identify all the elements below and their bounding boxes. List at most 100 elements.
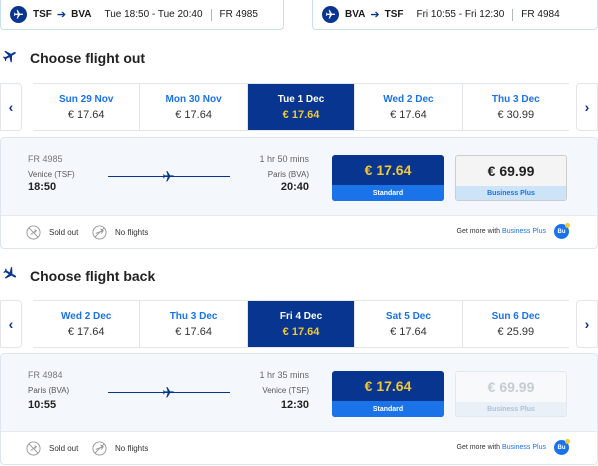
flight-times: Fri 10:55 - Fri 12:30: [416, 9, 505, 20]
origin-code: BVA: [345, 9, 366, 20]
date-label: Wed 2 Dec: [61, 310, 112, 322]
flight-duration: 1 hr 50 mins: [259, 154, 309, 164]
fare-price: € 69.99: [487, 379, 535, 395]
fare-type: Business Plus: [456, 402, 566, 416]
date-price: € 17.64: [175, 325, 212, 338]
get-more-text: Get more with Business Plus: [457, 228, 547, 235]
date-price: € 17.64: [67, 325, 105, 338]
fare-type: Standard: [332, 185, 444, 201]
get-more-label: Get more with: [456, 228, 501, 235]
page-title: Choose flight out: [30, 49, 146, 66]
flight-times: Tue 18:50 - Tue 20:40: [104, 9, 203, 20]
fare-price: € 69.99: [487, 163, 535, 179]
divider: [512, 8, 514, 21]
arrival-time: 20:40: [280, 181, 309, 193]
destination-code: BVA: [71, 9, 92, 20]
chevron-right-icon: ›: [584, 99, 590, 115]
section-heading-out: Choose flight out: [0, 48, 145, 67]
date-tab[interactable]: Thu 3 Dec € 30.99: [463, 84, 569, 130]
get-more-label: Get more with: [456, 444, 501, 451]
date-tab-selected[interactable]: Tue 1 Dec € 17.64: [247, 84, 356, 130]
date-tab[interactable]: Mon 30 Nov € 17.64: [140, 84, 248, 130]
date-tab[interactable]: Sun 29 Nov € 17.64: [33, 84, 141, 130]
arrival-time: 12:30: [280, 399, 309, 411]
business-plus-link[interactable]: Business Plus: [502, 228, 546, 235]
date-price: € 17.64: [282, 325, 320, 338]
prev-dates-button[interactable]: ‹: [0, 83, 22, 131]
chevron-right-icon: ›: [584, 316, 590, 332]
legend-label: No flights: [115, 444, 149, 453]
date-label: Mon 30 Nov: [165, 93, 222, 105]
plane-takeoff-icon: [2, 48, 18, 67]
divider: [210, 8, 212, 21]
date-label: Wed 2 Dec: [383, 93, 434, 105]
business-plus-fare-button[interactable]: € 69.99 Business Plus: [455, 155, 567, 201]
plane-icon: [322, 6, 339, 23]
next-dates-button[interactable]: ›: [576, 83, 598, 131]
no-flights-icon: [92, 441, 107, 456]
date-label: Thu 3 Dec: [491, 93, 540, 105]
arrival-city: Paris (BVA): [267, 170, 309, 179]
outbound-summary[interactable]: TSF ➔ BVA Tue 18:50 - Tue 20:40 FR 4985: [0, 0, 284, 30]
date-label: Sat 5 Dec: [385, 310, 431, 322]
date-label: Thu 3 Dec: [169, 310, 218, 322]
flight-duration: 1 hr 35 mins: [259, 370, 309, 380]
flight-card-out: FR 4985 Venice (TSF) 18:50 1 hr 50 mins …: [0, 137, 598, 249]
legend-sold-out: Sold out: [26, 225, 78, 240]
business-plus-badge-icon: Bu: [554, 439, 570, 455]
business-plus-badge-icon: Bu: [554, 223, 570, 239]
prev-dates-button[interactable]: ‹: [0, 300, 22, 348]
date-tab[interactable]: Sun 6 Dec € 25.99: [463, 301, 569, 347]
chevron-left-icon: ‹: [8, 99, 14, 115]
flight-number: FR 4984: [521, 9, 560, 20]
get-more-text: Get more with Business Plus: [457, 444, 547, 451]
date-price: € 17.64: [67, 108, 105, 121]
legend-label: Sold out: [49, 228, 79, 237]
flight-number: FR 4984: [28, 370, 63, 380]
business-plus-link[interactable]: Business Plus: [502, 444, 546, 451]
date-tab[interactable]: Wed 2 Dec € 17.64: [33, 301, 141, 347]
date-tab[interactable]: Thu 3 Dec € 17.64: [140, 301, 248, 347]
sold-out-icon: [26, 225, 41, 240]
date-tab-selected[interactable]: Fri 4 Dec € 17.64: [247, 301, 356, 347]
page-title: Choose flight back: [30, 267, 156, 284]
flight-card-back: FR 4984 Paris (BVA) 10:55 1 hr 35 mins V…: [0, 353, 598, 465]
standard-fare-button[interactable]: € 17.64 Standard: [332, 155, 444, 201]
date-carousel-out: ‹ Sun 29 Nov € 17.64 Mon 30 Nov € 17.64 Tu…: [0, 83, 598, 131]
arrival-city: Venice (TSF): [262, 386, 309, 395]
arrow-right-icon: ➔: [370, 9, 380, 21]
date-price: € 17.64: [175, 108, 212, 121]
return-summary[interactable]: BVA ➔ TSF Fri 10:55 - Fri 12:30 FR 4984: [312, 0, 598, 30]
section-heading-back: Choose flight back: [0, 266, 155, 285]
date-label: Sun 6 Dec: [491, 310, 540, 322]
date-label: Tue 1 Dec: [277, 93, 325, 105]
legend-no-flights: No flights: [92, 225, 148, 240]
next-dates-button[interactable]: ›: [576, 300, 598, 348]
business-plus-fare-button[interactable]: € 69.99 Business Plus: [455, 371, 567, 417]
standard-fare-button[interactable]: € 17.64 Standard: [332, 371, 444, 417]
plane-icon: [162, 170, 175, 188]
departure-time: 18:50: [28, 181, 57, 193]
sold-out-icon: [26, 441, 41, 456]
date-price: € 17.64: [390, 325, 427, 338]
legend-label: No flights: [115, 228, 149, 237]
plane-icon: [10, 6, 27, 23]
departure-time: 10:55: [28, 399, 57, 411]
date-tab[interactable]: Sat 5 Dec € 17.64: [355, 301, 463, 347]
chevron-left-icon: ‹: [8, 316, 14, 332]
destination-code: TSF: [384, 9, 404, 20]
date-carousel-back: ‹ Wed 2 Dec € 17.64 Thu 3 Dec € 17.64 Fri …: [0, 300, 598, 348]
plane-icon: [162, 386, 175, 404]
fare-price: € 17.64: [364, 162, 412, 178]
plane-landing-icon: [2, 266, 18, 285]
date-tab[interactable]: Wed 2 Dec € 17.64: [355, 84, 463, 130]
date-label: Sun 29 Nov: [58, 93, 114, 105]
legend-sold-out: Sold out: [26, 441, 78, 456]
fare-type: Business Plus: [456, 186, 566, 200]
origin-code: TSF: [33, 9, 52, 20]
no-flights-icon: [92, 225, 107, 240]
date-label: Fri 4 Dec: [279, 310, 323, 322]
date-price: € 25.99: [497, 325, 535, 338]
departure-city: Paris (BVA): [28, 386, 70, 395]
fare-type: Standard: [332, 401, 444, 417]
